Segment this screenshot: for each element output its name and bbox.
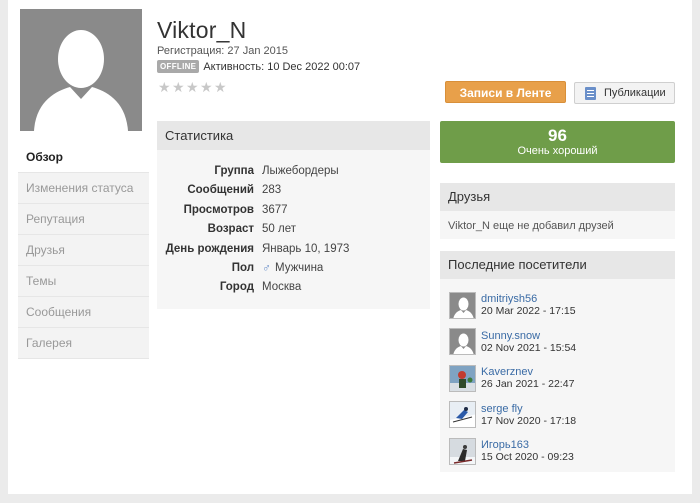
stat-row-views: Просмотров 3677	[157, 201, 430, 220]
avatar[interactable]	[449, 401, 476, 429]
photo-avatar-icon	[450, 365, 475, 391]
friends-panel: Друзья Viktor_N еще не добавил друзей	[440, 183, 675, 239]
list-item: Kaverznev 26 Jan 2021 - 22:47	[440, 360, 675, 397]
nav-item-topics[interactable]: Темы	[18, 266, 149, 297]
publications-button[interactable]: Публикации	[574, 82, 675, 104]
default-user-icon	[450, 329, 475, 355]
friends-title: Друзья	[440, 183, 675, 211]
recent-visitors-panel: Последние посетители dmitriysh56 20 Mar …	[440, 251, 675, 472]
visitor-info: Sunny.snow 02 Nov 2021 - 15:54	[481, 330, 576, 354]
registration-date: Регистрация: 27 Jan 2015	[157, 45, 288, 57]
nav-item-messages[interactable]: Сообщения	[18, 297, 149, 328]
stat-key: Сообщений	[187, 184, 254, 197]
stat-value: Январь 10, 1973	[262, 242, 350, 255]
reputation-label: Очень хороший	[517, 145, 598, 157]
visit-date: 17 Nov 2020 - 17:18	[481, 414, 577, 427]
visit-date: 02 Nov 2021 - 15:54	[481, 341, 577, 354]
stat-value: 50 лет	[262, 223, 296, 236]
reputation-number: 96	[548, 126, 567, 145]
visitor-name-link[interactable]: dmitriysh56	[481, 293, 576, 305]
avatar[interactable]	[449, 437, 476, 465]
stat-row-city: Город Москва	[157, 278, 430, 297]
list-item: dmitriysh56 20 Mar 2022 - 17:15	[440, 287, 675, 324]
avatar[interactable]	[449, 328, 476, 356]
stat-key: Пол	[231, 261, 254, 274]
visitor-name-link[interactable]: Sunny.snow	[481, 330, 576, 342]
statistics-panel: Статистика Группа Лыжебордеры Сообщений …	[157, 121, 430, 309]
list-item: serge fly 17 Nov 2020 - 17:18	[440, 397, 675, 434]
feed-posts-button[interactable]: Записи в Ленте	[445, 81, 566, 103]
reputation-score: 96 Очень хороший	[440, 121, 675, 163]
status-line: OFFLINE Активность: 10 Dec 2022 00:07	[157, 60, 360, 73]
profile-side-nav: Обзор Изменения статуса Репутация Друзья…	[18, 141, 149, 359]
stat-row-group: Группа Лыжебордеры	[157, 162, 430, 181]
visitor-info: Игорь163 15 Oct 2020 - 09:23	[481, 439, 574, 463]
nav-item-status-changes[interactable]: Изменения статуса	[18, 173, 149, 204]
star-icon[interactable]: ★	[186, 80, 199, 94]
visit-date: 26 Jan 2021 - 22:47	[481, 378, 575, 391]
star-icon[interactable]: ★	[200, 80, 213, 94]
list-item: Sunny.snow 02 Nov 2021 - 15:54	[440, 324, 675, 361]
stat-row-posts: Сообщений 283	[157, 181, 430, 200]
visit-date: 15 Oct 2020 - 09:23	[481, 451, 574, 464]
skier-photo-icon	[450, 402, 475, 428]
publications-label: Публикации	[604, 87, 666, 99]
stat-row-age: Возраст 50 лет	[157, 220, 430, 239]
visitor-list: dmitriysh56 20 Mar 2022 - 17:15 Sunny.sn…	[440, 279, 675, 470]
profile-username: Viktor_N	[157, 17, 247, 43]
default-user-icon	[450, 292, 475, 318]
last-activity: Активность: 10 Dec 2022 00:07	[203, 60, 361, 73]
default-user-icon	[20, 9, 142, 131]
document-icon	[585, 86, 596, 100]
visitor-name-link[interactable]: serge fly	[481, 403, 576, 415]
statistics-title: Статистика	[157, 121, 430, 150]
stat-value: ♂ Мужчина	[262, 259, 323, 278]
profile-page: Обзор Изменения статуса Репутация Друзья…	[8, 0, 692, 494]
statistics-table: Группа Лыжебордеры Сообщений 283 Просмот…	[157, 162, 430, 298]
nav-item-overview[interactable]: Обзор	[18, 141, 149, 173]
friends-empty-text: Viktor_N еще не добавил друзей	[448, 220, 614, 232]
avatar[interactable]	[449, 291, 476, 319]
visitors-title: Последние посетители	[440, 251, 675, 279]
profile-avatar	[20, 9, 142, 131]
stat-key: Просмотров	[183, 203, 254, 216]
stat-value: 3677	[262, 203, 288, 216]
offline-badge: OFFLINE	[157, 60, 200, 73]
stat-key: Возраст	[207, 223, 254, 236]
visitor-info: Kaverznev 26 Jan 2021 - 22:47	[481, 366, 574, 390]
gender-text: Мужчина	[275, 261, 324, 274]
visitor-name-link[interactable]: Kaverznev	[481, 366, 574, 378]
visitor-name-link[interactable]: Игорь163	[481, 439, 574, 451]
stat-key: Город	[219, 281, 254, 294]
star-icon[interactable]: ★	[172, 80, 185, 94]
nav-item-reputation[interactable]: Репутация	[18, 204, 149, 235]
star-icon[interactable]: ★	[158, 80, 171, 94]
avatar[interactable]	[449, 364, 476, 392]
rating-stars[interactable]: ★ ★ ★ ★ ★	[158, 80, 227, 94]
stat-row-gender: Пол ♂ Мужчина	[157, 259, 430, 278]
male-icon: ♂	[262, 260, 271, 275]
stat-row-birthday: День рождения Январь 10, 1973	[157, 240, 430, 259]
stat-value: Москва	[262, 281, 302, 294]
visitor-info: serge fly 17 Nov 2020 - 17:18	[481, 403, 576, 427]
star-icon[interactable]: ★	[214, 80, 227, 94]
list-item: Игорь163 15 Oct 2020 - 09:23	[440, 433, 675, 470]
nav-item-gallery[interactable]: Галерея	[18, 328, 149, 359]
stat-value: Лыжебордеры	[262, 165, 339, 177]
stat-key: Группа	[214, 165, 254, 177]
nav-item-friends[interactable]: Друзья	[18, 235, 149, 266]
stat-value: 283	[262, 184, 282, 197]
stat-key: День рождения	[165, 242, 254, 255]
visitor-info: dmitriysh56 20 Mar 2022 - 17:15	[481, 293, 576, 317]
visit-date: 20 Mar 2022 - 17:15	[481, 305, 576, 318]
snowboarder-photo-icon	[450, 438, 475, 464]
